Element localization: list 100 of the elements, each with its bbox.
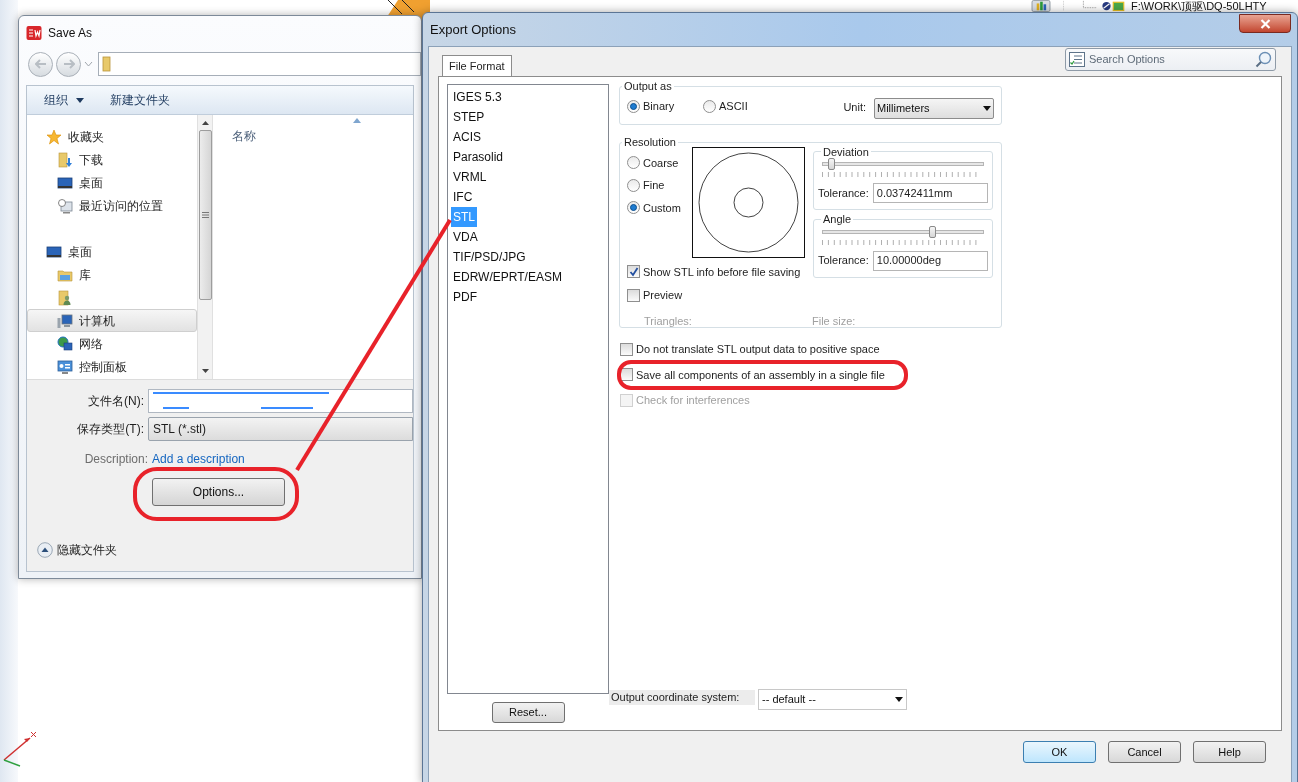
grip-icon xyxy=(201,212,209,218)
column-header[interactable]: 名称 xyxy=(232,129,256,143)
group-title: Resolution xyxy=(623,135,677,150)
add-description-link[interactable]: Add a description xyxy=(152,450,245,468)
unit-dropdown[interactable]: Millimeters xyxy=(874,97,994,119)
format-list-item[interactable]: STEP xyxy=(451,107,487,127)
option-label: Do not translate STL output data to positive space xyxy=(636,342,880,357)
close-button[interactable] xyxy=(1239,14,1291,33)
group-title: Output as xyxy=(623,79,673,94)
radio-button[interactable] xyxy=(627,156,640,170)
save-type-dropdown[interactable]: STL (*.stl) xyxy=(148,417,413,441)
format-list-item[interactable]: Parasolid xyxy=(451,147,506,167)
nav-item[interactable]: 收藏夹 xyxy=(27,125,197,148)
computer-clock-icon xyxy=(57,197,73,214)
nav-item[interactable]: 计算机 xyxy=(27,309,197,332)
close-icon xyxy=(1259,18,1271,29)
chevron-up-icon xyxy=(37,542,53,558)
caret-icon xyxy=(84,61,93,67)
scroll-up-icon[interactable] xyxy=(201,121,209,125)
format-list-item[interactable]: VRML xyxy=(451,167,489,187)
control-panel-icon xyxy=(57,358,73,375)
format-list-item[interactable]: VDA xyxy=(451,227,480,247)
scroll-down-icon[interactable] xyxy=(201,369,209,373)
nav-item[interactable]: 控制面板 xyxy=(27,355,197,378)
window-title: Export Options xyxy=(430,20,516,39)
check-label: Preview xyxy=(643,288,683,303)
tolerance-label: Tolerance: xyxy=(818,185,869,201)
format-list-item[interactable]: ACIS xyxy=(451,127,483,147)
toolbar-button[interactable]: 新建文件夹 xyxy=(110,91,170,109)
radio-button[interactable] xyxy=(627,100,640,113)
nav-item[interactable]: 桌面 xyxy=(27,240,197,263)
options-button[interactable]: Options... xyxy=(152,478,285,506)
sort-caret-icon xyxy=(353,118,361,123)
search-field[interactable]: Search Options xyxy=(1065,48,1276,71)
tolerance-label: Tolerance: xyxy=(818,253,869,269)
unit-label: Unit: xyxy=(843,100,866,116)
tolerance-field[interactable]: 10.00000deg xyxy=(872,250,988,271)
list-icon xyxy=(1069,52,1085,67)
search-placeholder: Search Options xyxy=(1089,52,1166,68)
window-title: Save As xyxy=(48,24,93,42)
group-title: Deviation xyxy=(822,144,870,160)
slider-thumb[interactable] xyxy=(828,158,835,170)
radio-label: ASCII xyxy=(719,99,748,115)
nav-item[interactable]: 最近访问的位置 xyxy=(27,194,197,217)
nav-item[interactable]: 桌面 xyxy=(27,171,197,194)
tolerance-field[interactable]: 0.03742411mm xyxy=(872,183,988,203)
radio-button[interactable] xyxy=(627,201,640,215)
field-label: 文件名(N): xyxy=(87,393,145,410)
chart-toolbar-icon[interactable] xyxy=(1030,0,1052,12)
checkbox[interactable] xyxy=(627,288,640,302)
reset-button[interactable]: Reset... xyxy=(491,702,565,723)
radio-label: Binary xyxy=(643,99,675,115)
address-field[interactable] xyxy=(98,52,421,76)
format-list-item[interactable]: IFC xyxy=(451,187,475,207)
format-list-item[interactable]: PDF xyxy=(451,287,479,307)
file-size-label: File size: xyxy=(812,313,856,329)
radio-label: Custom xyxy=(643,200,681,216)
monitor-icon xyxy=(57,174,73,191)
computer-icon xyxy=(57,312,73,329)
folder-person-icon xyxy=(57,289,73,306)
nav-item[interactable]: 库 xyxy=(27,263,197,286)
checkbox[interactable] xyxy=(627,265,640,279)
checkbox[interactable] xyxy=(620,342,633,356)
caret-icon xyxy=(895,697,903,702)
field-label: 保存类型(T): xyxy=(76,421,145,438)
caret-icon xyxy=(76,97,84,103)
dialog-button[interactable]: OK xyxy=(1023,741,1096,763)
coordinate-system-label: Output coordinate system: xyxy=(609,690,755,705)
group-title: Angle xyxy=(822,212,853,227)
slider-thumb[interactable] xyxy=(928,225,936,238)
search-icon xyxy=(1255,51,1272,68)
tree-connector-icon xyxy=(1063,0,1097,12)
hide-folders-button[interactable]: 隐藏文件夹 xyxy=(37,541,117,559)
dialog-button[interactable]: Help xyxy=(1193,741,1266,763)
tree-item-label[interactable]: F:\WORK\顶驱\DQ-50LHTY xyxy=(1131,0,1267,12)
format-list-item[interactable]: IGES 5.3 xyxy=(451,87,504,107)
globe-monitor-icon xyxy=(57,335,73,352)
app-logo-icon xyxy=(26,24,42,41)
back-button[interactable] xyxy=(28,51,53,77)
radio-button[interactable] xyxy=(703,100,716,113)
triangles-label: Triangles: xyxy=(644,313,693,329)
option-label: Check for interferences xyxy=(636,393,750,408)
check-label: Show STL info before file saving xyxy=(643,264,801,280)
option-label: Save all components of an assembly in a single file xyxy=(636,367,885,383)
dialog-button[interactable]: Cancel xyxy=(1108,741,1181,763)
organize-menu[interactable]: 组织 xyxy=(44,91,84,109)
radio-label: Fine xyxy=(643,178,665,193)
folder-icon xyxy=(102,56,112,72)
star-icon xyxy=(46,128,62,145)
tab[interactable]: File Format xyxy=(442,55,512,77)
nav-item[interactable]: 网络 xyxy=(27,332,197,355)
format-list-item[interactable]: TIF/PSD/JPG xyxy=(451,247,528,267)
format-list-item[interactable]: EDRW/EPRT/EASM xyxy=(451,267,564,287)
coordinate-system-dropdown[interactable]: -- default -- xyxy=(758,689,907,710)
radio-button[interactable] xyxy=(627,178,640,192)
scrollbar[interactable] xyxy=(197,115,213,379)
file-name-field[interactable] xyxy=(148,389,413,413)
forward-button[interactable] xyxy=(56,51,81,77)
arrow-right-icon xyxy=(62,59,75,69)
nav-item[interactable]: 下载 xyxy=(27,148,197,171)
